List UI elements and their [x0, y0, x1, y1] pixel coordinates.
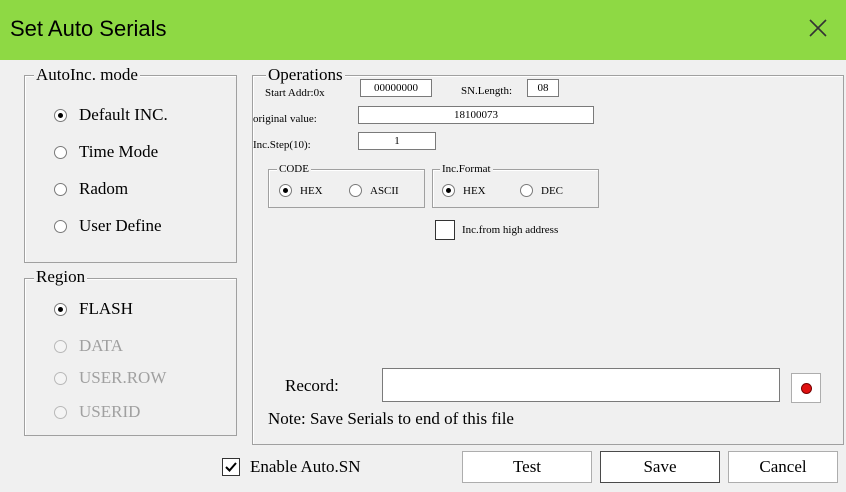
radio-label: Radom [79, 179, 129, 198]
original-value-label: original value: [253, 113, 317, 125]
code-legend: CODE [277, 163, 311, 175]
radio-code-hex[interactable]: HEX [279, 184, 323, 197]
radio-data[interactable]: DATA [54, 336, 123, 356]
inc-step-input[interactable]: 1 [358, 132, 436, 150]
radio-indicator [54, 405, 67, 419]
record-input[interactable] [382, 368, 780, 402]
radio-label: DATA [79, 336, 123, 355]
radio-radom[interactable]: Radom [54, 179, 128, 199]
radio-format-dec[interactable]: DEC [520, 184, 563, 197]
close-icon[interactable] [804, 14, 832, 42]
cancel-button[interactable]: Cancel [728, 451, 838, 483]
radio-indicator [349, 184, 362, 197]
radio-indicator [54, 339, 67, 353]
radio-indicator [54, 145, 67, 159]
enable-auto-sn-checkbox[interactable] [222, 458, 240, 476]
save-note: Note: Save Serials to end of this file [268, 409, 514, 428]
dialog-body: AutoInc. mode Default INC. Time Mode Rad… [2, 60, 844, 490]
inc-from-high-checkbox[interactable] [435, 220, 455, 240]
autoinc-mode-legend: AutoInc. mode [34, 65, 140, 84]
radio-label: Default INC. [79, 105, 168, 124]
radio-format-hex[interactable]: HEX [442, 184, 486, 197]
radio-label: DEC [541, 184, 563, 197]
title-bar: Set Auto Serials [0, 0, 846, 60]
record-dot-icon [800, 382, 812, 394]
radio-label: HEX [463, 184, 486, 197]
test-button[interactable]: Test [462, 451, 592, 483]
radio-indicator [279, 184, 292, 197]
radio-label: USER.ROW [79, 368, 167, 387]
radio-userid[interactable]: USERID [54, 402, 140, 422]
radio-flash[interactable]: FLASH [54, 299, 133, 319]
radio-label: ASCII [370, 184, 399, 197]
start-addr-input[interactable]: 00000000 [360, 79, 432, 97]
radio-indicator [54, 108, 67, 122]
inc-step-label: Inc.Step(10): [253, 139, 311, 151]
radio-default-inc[interactable]: Default INC. [54, 105, 168, 125]
radio-indicator [520, 184, 533, 197]
radio-indicator [54, 182, 67, 196]
radio-label: HEX [300, 184, 323, 197]
region-legend: Region [34, 267, 88, 286]
original-value-input[interactable]: 18100073 [358, 106, 594, 124]
radio-code-ascii[interactable]: ASCII [349, 184, 399, 197]
record-label: Record: [285, 376, 339, 395]
radio-indicator [54, 219, 67, 233]
radio-indicator [442, 184, 455, 197]
radio-indicator [54, 302, 67, 316]
radio-user-row[interactable]: USER.ROW [54, 368, 166, 388]
checkmark-icon [225, 462, 237, 472]
radio-user-define[interactable]: User Define [54, 216, 162, 236]
radio-indicator [54, 371, 67, 385]
save-button[interactable]: Save [600, 451, 720, 483]
sn-length-label: SN.Length: [461, 85, 513, 97]
radio-time-mode[interactable]: Time Mode [54, 142, 158, 162]
inc-from-high-label: Inc.from high address [462, 224, 559, 236]
radio-label: User Define [79, 216, 162, 235]
sn-length-input[interactable]: 08 [527, 79, 559, 97]
radio-label: Time Mode [79, 142, 159, 161]
enable-auto-sn-label: Enable Auto.SN [250, 457, 361, 476]
record-browse-button[interactable] [791, 373, 821, 403]
radio-label: USERID [79, 402, 141, 421]
start-addr-label: Start Addr:0x [265, 87, 325, 99]
operations-legend: Operations [266, 65, 345, 84]
inc-format-legend: Inc.Format [440, 163, 493, 175]
window-title: Set Auto Serials [10, 16, 167, 41]
radio-label: FLASH [79, 299, 133, 318]
